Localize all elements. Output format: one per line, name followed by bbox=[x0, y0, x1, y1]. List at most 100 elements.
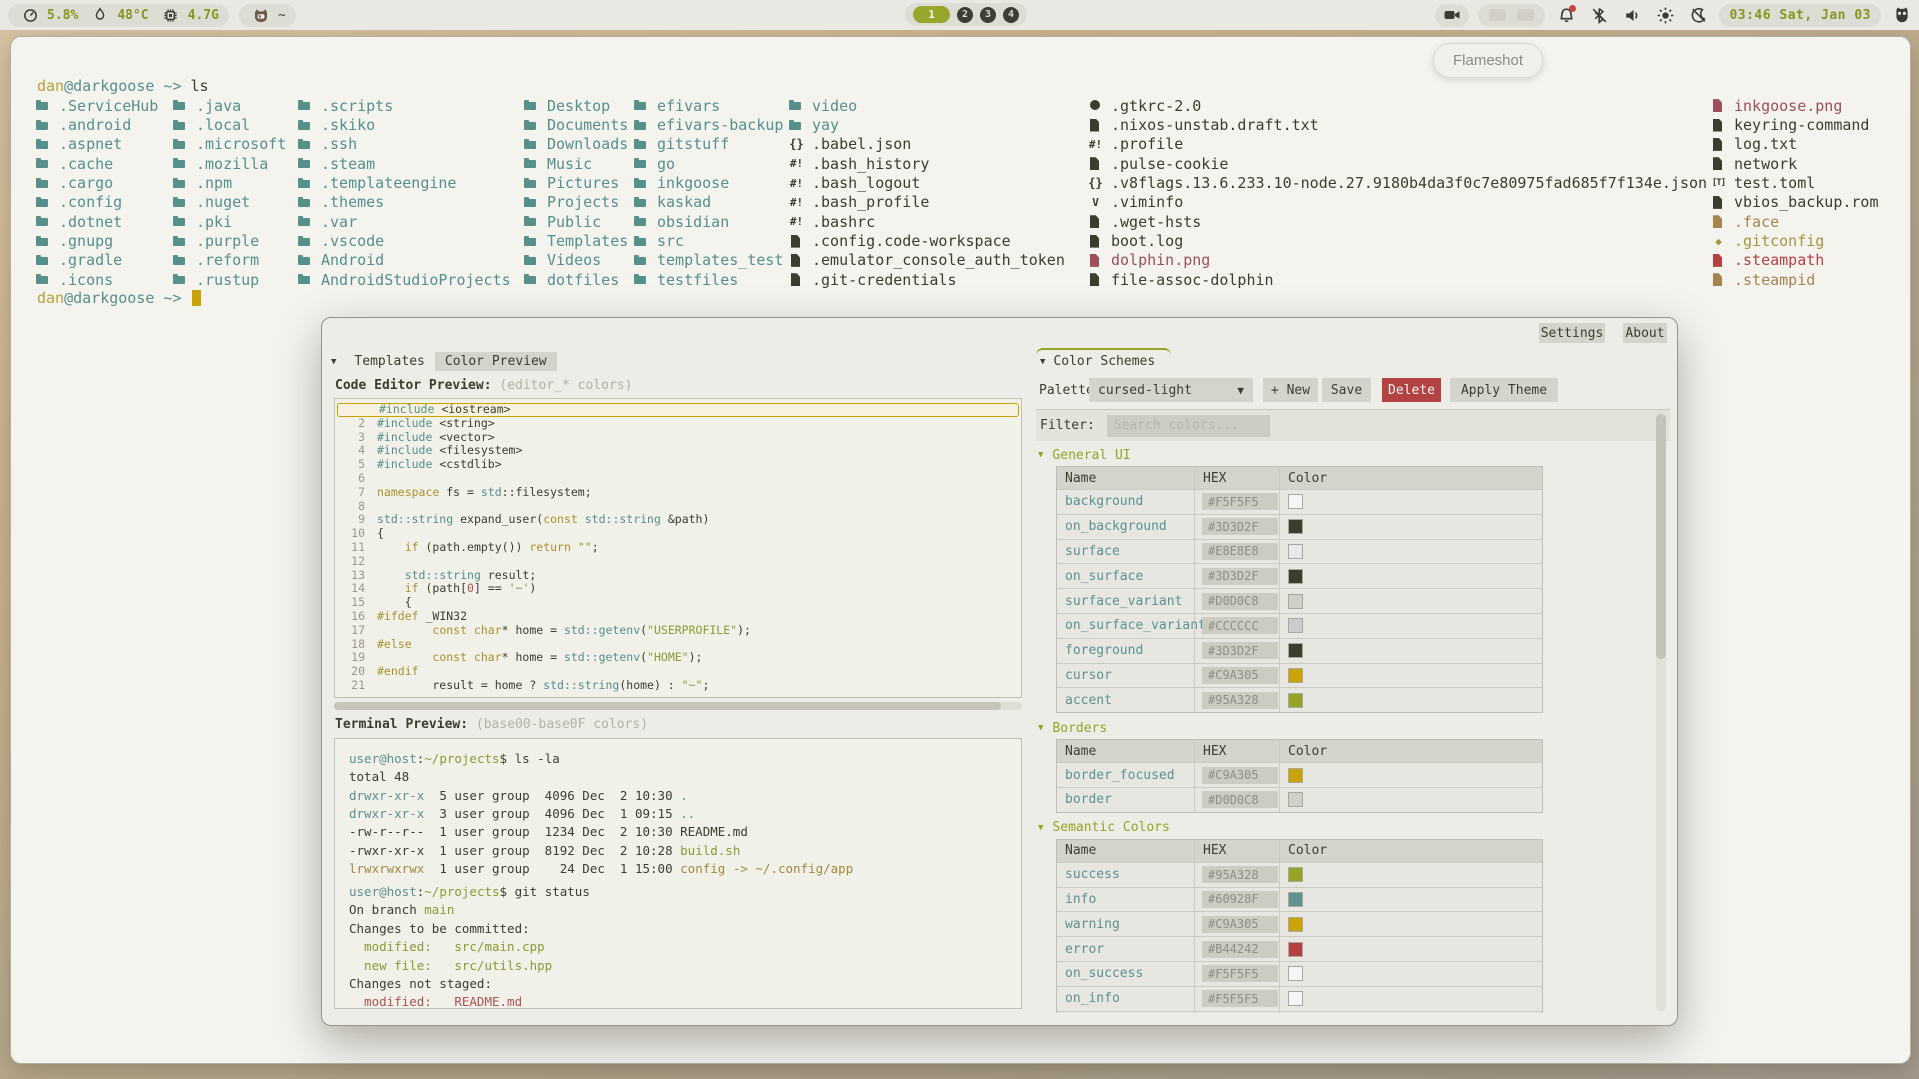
color-swatch[interactable] bbox=[1288, 693, 1303, 708]
color-swatch[interactable] bbox=[1288, 892, 1303, 907]
hex-value-field[interactable]: #C9A305 bbox=[1202, 916, 1278, 933]
terminal-input-line[interactable]: dan@darkgoose ~> bbox=[37, 289, 201, 307]
terminal-prompt-line: dan@darkgoose ~> ls bbox=[37, 77, 209, 95]
hex-value-field[interactable]: #F5F5F5 bbox=[1202, 493, 1278, 510]
file-name: Pictures bbox=[547, 174, 619, 192]
apply-theme-button[interactable]: Apply Theme bbox=[1450, 378, 1558, 402]
color-swatch[interactable] bbox=[1288, 618, 1303, 633]
color-swatch[interactable] bbox=[1288, 991, 1303, 1006]
clock-pill[interactable]: 03:46 Sat, Jan 03 bbox=[1719, 4, 1881, 27]
file-name: go bbox=[657, 155, 675, 173]
color-swatch[interactable] bbox=[1288, 917, 1303, 932]
code-horizontal-scrollbar[interactable] bbox=[334, 702, 1022, 710]
workspace-4-button[interactable]: 4 bbox=[1003, 7, 1019, 23]
code-line: 20#endif bbox=[335, 665, 1021, 679]
section-header[interactable]: ▼General UI bbox=[1038, 444, 1661, 466]
color-swatch[interactable] bbox=[1288, 519, 1303, 534]
hex-value-field[interactable]: #3D3D2F bbox=[1202, 518, 1278, 535]
color-swatch[interactable] bbox=[1288, 594, 1303, 609]
file-item: .rustup bbox=[173, 270, 286, 289]
palette-dropdown[interactable]: cursed-light ▼ bbox=[1089, 378, 1253, 402]
hex-value-field[interactable]: #3D3D2F bbox=[1202, 642, 1278, 659]
color-swatch[interactable] bbox=[1288, 643, 1303, 658]
screen-record-button[interactable] bbox=[1435, 4, 1469, 27]
tab-templates[interactable]: Templates bbox=[344, 352, 434, 371]
color-swatch[interactable] bbox=[1288, 867, 1303, 882]
workspace-3-button[interactable]: 3 bbox=[980, 7, 996, 23]
hex-value-field[interactable]: #F5F5F5 bbox=[1202, 965, 1278, 982]
code-line: 11 if (path.empty()) return ""; bbox=[335, 541, 1021, 555]
folder-icon bbox=[634, 272, 649, 287]
file-item: testfiles bbox=[634, 270, 783, 289]
hex-value-field[interactable]: #95A328 bbox=[1202, 866, 1278, 883]
tab-color-preview[interactable]: Color Preview bbox=[435, 352, 557, 371]
new-palette-button[interactable]: + New bbox=[1263, 378, 1318, 402]
file-item: .icons bbox=[36, 270, 158, 289]
workspace-2-button[interactable]: 2 bbox=[957, 7, 973, 23]
filter-input[interactable]: Search colors... bbox=[1107, 415, 1270, 437]
folder-icon bbox=[789, 98, 804, 113]
faded-icon-1 bbox=[1489, 9, 1506, 21]
section-header[interactable]: ▼Borders bbox=[1038, 717, 1661, 739]
settings-button[interactable]: Settings bbox=[1539, 323, 1605, 343]
scrollbar-thumb[interactable] bbox=[334, 702, 1001, 710]
color-swatch[interactable] bbox=[1288, 768, 1303, 783]
volume-button[interactable] bbox=[1620, 3, 1644, 27]
scrollbar-thumb[interactable] bbox=[1656, 414, 1666, 659]
system-stats-pill[interactable]: 5.8% 48°C 4.7G bbox=[8, 4, 229, 27]
notifications-button[interactable] bbox=[1554, 3, 1578, 27]
hex-value-field[interactable]: #3D3D2F bbox=[1202, 568, 1278, 585]
color-swatch[interactable] bbox=[1288, 569, 1303, 584]
file-name: gitstuff bbox=[657, 135, 729, 153]
color-swatch[interactable] bbox=[1288, 668, 1303, 683]
hex-value-field[interactable]: #95A328 bbox=[1202, 692, 1278, 709]
file-name: obsidian bbox=[657, 213, 729, 231]
color-swatch[interactable] bbox=[1288, 792, 1303, 807]
workspace-1-button[interactable]: 1 bbox=[913, 6, 950, 23]
file-item: templates_test bbox=[634, 251, 783, 270]
file-name: kaskad bbox=[657, 193, 711, 211]
folder-icon bbox=[36, 118, 51, 133]
brightness-button[interactable] bbox=[1653, 3, 1677, 27]
folder-icon bbox=[524, 156, 539, 171]
terminal-preview-label: Terminal Preview: (base00-base0F colors) bbox=[335, 717, 648, 732]
toml-icon bbox=[1711, 176, 1726, 191]
hex-value-field[interactable]: #F5F5F5 bbox=[1202, 990, 1278, 1007]
delete-button[interactable]: Delete bbox=[1382, 378, 1441, 402]
hex-value-field[interactable]: #D0D0C8 bbox=[1202, 593, 1278, 610]
terminal-preview-line: user@host:~/projects$ ls -la bbox=[349, 749, 1021, 767]
color-swatch[interactable] bbox=[1288, 942, 1303, 957]
save-button[interactable]: Save bbox=[1322, 378, 1371, 402]
hex-value-field[interactable]: #60928F bbox=[1202, 891, 1278, 908]
collapse-arrow-icon[interactable]: ▼ bbox=[331, 357, 336, 367]
hex-value-field[interactable]: #C9A305 bbox=[1202, 767, 1278, 784]
hex-value-field[interactable]: #D0D0C8 bbox=[1202, 791, 1278, 808]
file-item: Templates bbox=[524, 231, 628, 250]
memory-value: 4.7G bbox=[188, 8, 219, 23]
file-item: .v8flags.13.6.233.10-node.27.9180b4da3f0… bbox=[1088, 173, 1707, 192]
doc-icon bbox=[1088, 156, 1103, 171]
bluetooth-off-button[interactable] bbox=[1587, 3, 1611, 27]
section-header[interactable]: ▼Semantic Colors bbox=[1038, 817, 1661, 839]
folder-icon bbox=[173, 98, 188, 113]
color-swatch[interactable] bbox=[1288, 494, 1303, 509]
hex-value-field[interactable]: #CCCCCC bbox=[1202, 617, 1278, 634]
color-row: on_success#F5F5F5 bbox=[1057, 961, 1542, 986]
focused-window-pill[interactable]: ~ bbox=[239, 4, 296, 27]
hex-value-field[interactable]: #C9A305 bbox=[1202, 667, 1278, 684]
color-sections-scrollbar[interactable] bbox=[1656, 411, 1666, 1011]
file-item: .var bbox=[298, 212, 511, 231]
tray-owl-button[interactable] bbox=[1890, 3, 1914, 27]
file-item: .ServiceHub bbox=[36, 96, 158, 115]
night-light-button[interactable] bbox=[1686, 3, 1710, 27]
top-bar: 5.8% 48°C 4.7G ~ 1 2 3 4 bbox=[0, 0, 1919, 30]
color-schemes-header[interactable]: ▼ Color Schemes bbox=[1036, 348, 1171, 372]
folder-icon bbox=[298, 98, 313, 113]
hex-value-field[interactable]: #B44242 bbox=[1202, 941, 1278, 958]
inactive-tray-pill[interactable] bbox=[1478, 4, 1545, 27]
color-swatch[interactable] bbox=[1288, 544, 1303, 559]
hex-value-field[interactable]: #E8E8E8 bbox=[1202, 543, 1278, 560]
about-button[interactable]: About bbox=[1623, 323, 1667, 343]
focused-window-title: ~ bbox=[278, 8, 286, 23]
color-swatch[interactable] bbox=[1288, 966, 1303, 981]
